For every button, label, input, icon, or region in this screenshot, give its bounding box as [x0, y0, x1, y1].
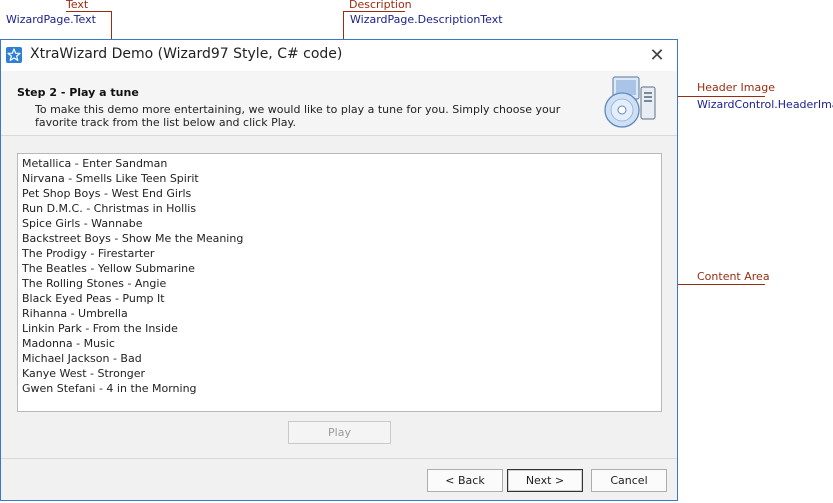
annotation-header-image-property: WizardControl.HeaderImage [697, 98, 833, 111]
window-title: XtraWizard Demo (Wizard97 Style, C# code… [30, 46, 343, 62]
list-item[interactable]: Madonna - Music [22, 336, 661, 351]
annotation-content-area-title: Content Area [697, 270, 770, 283]
close-button[interactable]: ✕ [643, 43, 671, 67]
annotation-header-image-title: Header Image [697, 81, 775, 94]
wizard-header: Step 2 - Play a tune To make this demo m… [1, 71, 677, 136]
list-item[interactable]: Backstreet Boys - Show Me the Meaning [22, 231, 661, 246]
track-list-items: Metallica - Enter Sandman Nirvana - Smell… [18, 154, 661, 396]
close-icon: ✕ [649, 44, 665, 66]
annotation-content-area-underline [668, 284, 765, 285]
list-item[interactable]: Linkin Park - From the Inside [22, 321, 661, 336]
list-item[interactable]: Gwen Stefani - 4 in the Morning [22, 381, 661, 396]
list-item[interactable]: The Rolling Stones - Angie [22, 276, 661, 291]
list-item[interactable]: Pet Shop Boys - West End Girls [22, 186, 661, 201]
annotation-description-property: WizardPage.DescriptionText [350, 13, 503, 26]
list-item[interactable]: Black Eyed Peas - Pump It [22, 291, 661, 306]
list-item[interactable]: The Prodigy - Firestarter [22, 246, 661, 261]
wizard-star-icon [6, 47, 22, 63]
annotation-header-image-underline [664, 96, 765, 97]
annotation-text-underline [66, 11, 111, 12]
page-description: To make this demo more entertaining, we … [35, 103, 561, 129]
wizard-window: XtraWizard Demo (Wizard97 Style, C# code… [0, 39, 678, 501]
computer-cd-icon [599, 75, 665, 131]
cancel-button[interactable]: Cancel [591, 469, 667, 492]
page-title: Step 2 - Play a tune [17, 86, 139, 99]
annotation-description-underline [343, 11, 405, 12]
list-item[interactable]: The Beatles - Yellow Submarine [22, 261, 661, 276]
annotation-description-title: Description [349, 0, 412, 11]
track-list[interactable]: Metallica - Enter Sandman Nirvana - Smell… [17, 153, 662, 412]
list-item[interactable]: Kanye West - Stronger [22, 366, 661, 381]
list-item[interactable]: Metallica - Enter Sandman [22, 156, 661, 171]
annotation-text-title: Text [66, 0, 89, 11]
list-item[interactable]: Michael Jackson - Bad [22, 351, 661, 366]
next-button[interactable]: Next > [507, 469, 583, 492]
play-button[interactable]: Play [288, 421, 391, 444]
annotation-text-property: WizardPage.Text [6, 13, 96, 26]
back-button[interactable]: < Back [427, 469, 503, 492]
list-item[interactable]: Run D.M.C. - Christmas in Hollis [22, 201, 661, 216]
list-item[interactable]: Spice Girls - Wannabe [22, 216, 661, 231]
list-item[interactable]: Nirvana - Smells Like Teen Spirit [22, 171, 661, 186]
title-bar: XtraWizard Demo (Wizard97 Style, C# code… [1, 40, 677, 71]
footer-divider [1, 458, 677, 459]
list-item[interactable]: Rihanna - Umbrella [22, 306, 661, 321]
